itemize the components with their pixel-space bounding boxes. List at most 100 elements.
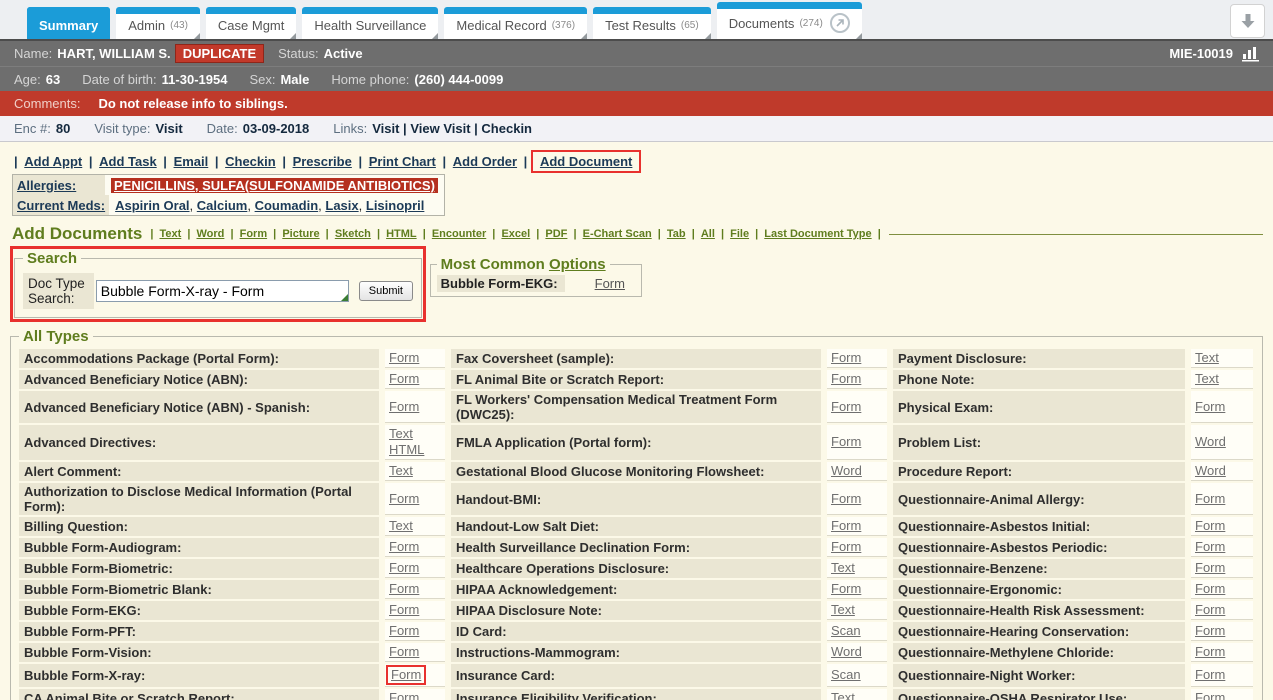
doc-link-form[interactable]: Form xyxy=(389,491,419,507)
doc-link-form[interactable]: Form xyxy=(831,350,861,366)
add-appt-link[interactable]: Add Appt xyxy=(24,154,82,169)
popout-icon[interactable] xyxy=(830,13,850,33)
doc-link-form[interactable]: Form xyxy=(1195,518,1225,534)
doc-link-form[interactable]: Form xyxy=(389,690,419,700)
adddoc-link-sketch[interactable]: Sketch xyxy=(335,228,371,240)
add-task-link[interactable]: Add Task xyxy=(99,154,157,169)
doc-link-form[interactable]: Form xyxy=(389,560,419,576)
doc-link-form[interactable]: Form xyxy=(831,518,861,534)
allergies-link[interactable]: Allergies: xyxy=(17,178,76,193)
allergy-value-link[interactable]: PENICILLINS, SULFA(SULFONAMIDE ANTIBIOTI… xyxy=(111,178,438,193)
adddoc-link-html[interactable]: HTML xyxy=(386,228,417,240)
tab-case-mgmt[interactable]: Case Mgmt xyxy=(206,7,296,39)
doc-link-text[interactable]: Text xyxy=(389,463,413,479)
adddoc-link-tab[interactable]: Tab xyxy=(667,228,686,240)
options-link[interactable]: Options xyxy=(549,256,606,273)
doc-link-form[interactable]: Form xyxy=(1195,644,1225,660)
doc-type-label: Questionnaire-Health Risk Assessment: xyxy=(893,601,1185,620)
doc-link-word[interactable]: Word xyxy=(1195,434,1226,450)
doc-link-word[interactable]: Word xyxy=(1195,463,1226,479)
add-order-link[interactable]: Add Order xyxy=(453,154,517,169)
tab-summary[interactable]: Summary xyxy=(27,7,110,39)
current-meds-link[interactable]: Current Meds: xyxy=(17,198,105,213)
adddoc-link-excel[interactable]: Excel xyxy=(501,228,530,240)
doc-link-form[interactable]: Form xyxy=(389,602,419,618)
doc-link-form[interactable]: Form xyxy=(831,491,861,507)
enc-link-checkin[interactable]: Checkin xyxy=(481,121,532,136)
doc-link-form[interactable]: Form xyxy=(1195,399,1225,415)
tab-health-surveillance[interactable]: Health Surveillance xyxy=(302,7,438,39)
adddoc-link-text[interactable]: Text xyxy=(159,228,181,240)
adddoc-link-file[interactable]: File xyxy=(730,228,749,240)
doc-link-word[interactable]: Word xyxy=(831,463,862,479)
chart-icon[interactable] xyxy=(1241,46,1261,62)
doc-link-form[interactable]: Form xyxy=(389,539,419,555)
doc-type-label: FMLA Application (Portal form): xyxy=(451,425,821,460)
enc-link-visit[interactable]: Visit xyxy=(372,121,399,136)
doc-link-form[interactable]: Form xyxy=(389,644,419,660)
adddoc-link-encounter[interactable]: Encounter xyxy=(432,228,486,240)
doc-link-scan[interactable]: Scan xyxy=(831,623,861,639)
tab-admin[interactable]: Admin(43) xyxy=(116,7,200,39)
checkin-link[interactable]: Checkin xyxy=(225,154,276,169)
doc-link-form[interactable]: Form xyxy=(389,623,419,639)
doc-link-form[interactable]: Form xyxy=(1195,581,1225,597)
doc-link-text[interactable]: Text xyxy=(831,560,855,576)
doc-type-search-input[interactable] xyxy=(96,280,349,302)
doc-link-form[interactable]: Form xyxy=(1195,560,1225,576)
print-chart-link[interactable]: Print Chart xyxy=(369,154,436,169)
submit-button[interactable]: Submit xyxy=(359,281,413,301)
med-link-aspirin-oral[interactable]: Aspirin Oral xyxy=(115,198,189,213)
doc-type-label: Payment Disclosure: xyxy=(893,349,1185,368)
doc-link-form[interactable]: Form xyxy=(595,276,625,291)
adddoc-link-word[interactable]: Word xyxy=(197,228,225,240)
doc-link-html[interactable]: HTML xyxy=(389,442,424,458)
doc-type-label: Alert Comment: xyxy=(19,462,379,481)
doc-link-scan[interactable]: Scan xyxy=(831,667,861,683)
doc-link-form[interactable]: Form xyxy=(389,581,419,597)
doc-link-word[interactable]: Word xyxy=(831,644,862,660)
allergies-panel: Allergies: PENICILLINS, SULFA(SULFONAMID… xyxy=(12,174,445,216)
doc-link-text[interactable]: Text xyxy=(1195,350,1219,366)
doc-link-text[interactable]: Text xyxy=(1195,371,1219,387)
doc-type-label: Accommodations Package (Portal Form): xyxy=(19,349,379,368)
med-link-lisinopril[interactable]: Lisinopril xyxy=(366,198,425,213)
adddoc-link-e-chart-scan[interactable]: E-Chart Scan xyxy=(583,228,652,240)
doc-link-text[interactable]: Text xyxy=(389,518,413,534)
doc-link-text[interactable]: Text xyxy=(389,426,413,442)
doc-type-label: Questionnaire-Ergonomic: xyxy=(893,580,1185,599)
doc-link-form[interactable]: Form xyxy=(1195,667,1225,683)
doc-link-form[interactable]: Form xyxy=(386,665,426,685)
doc-link-form[interactable]: Form xyxy=(831,399,861,415)
doc-link-form[interactable]: Form xyxy=(389,371,419,387)
tab-medical-record[interactable]: Medical Record(376) xyxy=(444,7,587,39)
med-link-coumadin[interactable]: Coumadin xyxy=(255,198,319,213)
adddoc-link-last-document-type[interactable]: Last Document Type xyxy=(764,228,871,240)
tab-test-results[interactable]: Test Results(65) xyxy=(593,7,711,39)
med-link-calcium[interactable]: Calcium xyxy=(197,198,248,213)
doc-link-form[interactable]: Form xyxy=(389,399,419,415)
download-button[interactable] xyxy=(1230,4,1265,38)
tab-documents[interactable]: Documents(274) xyxy=(717,2,862,39)
add-document-link[interactable]: Add Document xyxy=(540,154,632,169)
prescribe-link[interactable]: Prescribe xyxy=(293,154,352,169)
doc-link-form[interactable]: Form xyxy=(1195,623,1225,639)
adddoc-link-form[interactable]: Form xyxy=(240,228,268,240)
doc-link-form[interactable]: Form xyxy=(831,539,861,555)
adddoc-link-picture[interactable]: Picture xyxy=(282,228,319,240)
med-link-lasix[interactable]: Lasix xyxy=(325,198,358,213)
doc-link-form[interactable]: Form xyxy=(831,371,861,387)
enc-link-view-visit[interactable]: View Visit xyxy=(410,121,470,136)
doc-link-form[interactable]: Form xyxy=(1195,491,1225,507)
doc-link-form[interactable]: Form xyxy=(1195,539,1225,555)
doc-link-text[interactable]: Text xyxy=(831,690,855,700)
email-link[interactable]: Email xyxy=(174,154,209,169)
doc-link-form[interactable]: Form xyxy=(1195,690,1225,700)
doc-link-form[interactable]: Form xyxy=(389,350,419,366)
doc-link-text[interactable]: Text xyxy=(831,602,855,618)
doc-link-form[interactable]: Form xyxy=(831,434,861,450)
adddoc-link-all[interactable]: All xyxy=(701,228,715,240)
doc-link-form[interactable]: Form xyxy=(831,581,861,597)
doc-link-form[interactable]: Form xyxy=(1195,602,1225,618)
adddoc-link-pdf[interactable]: PDF xyxy=(545,228,567,240)
